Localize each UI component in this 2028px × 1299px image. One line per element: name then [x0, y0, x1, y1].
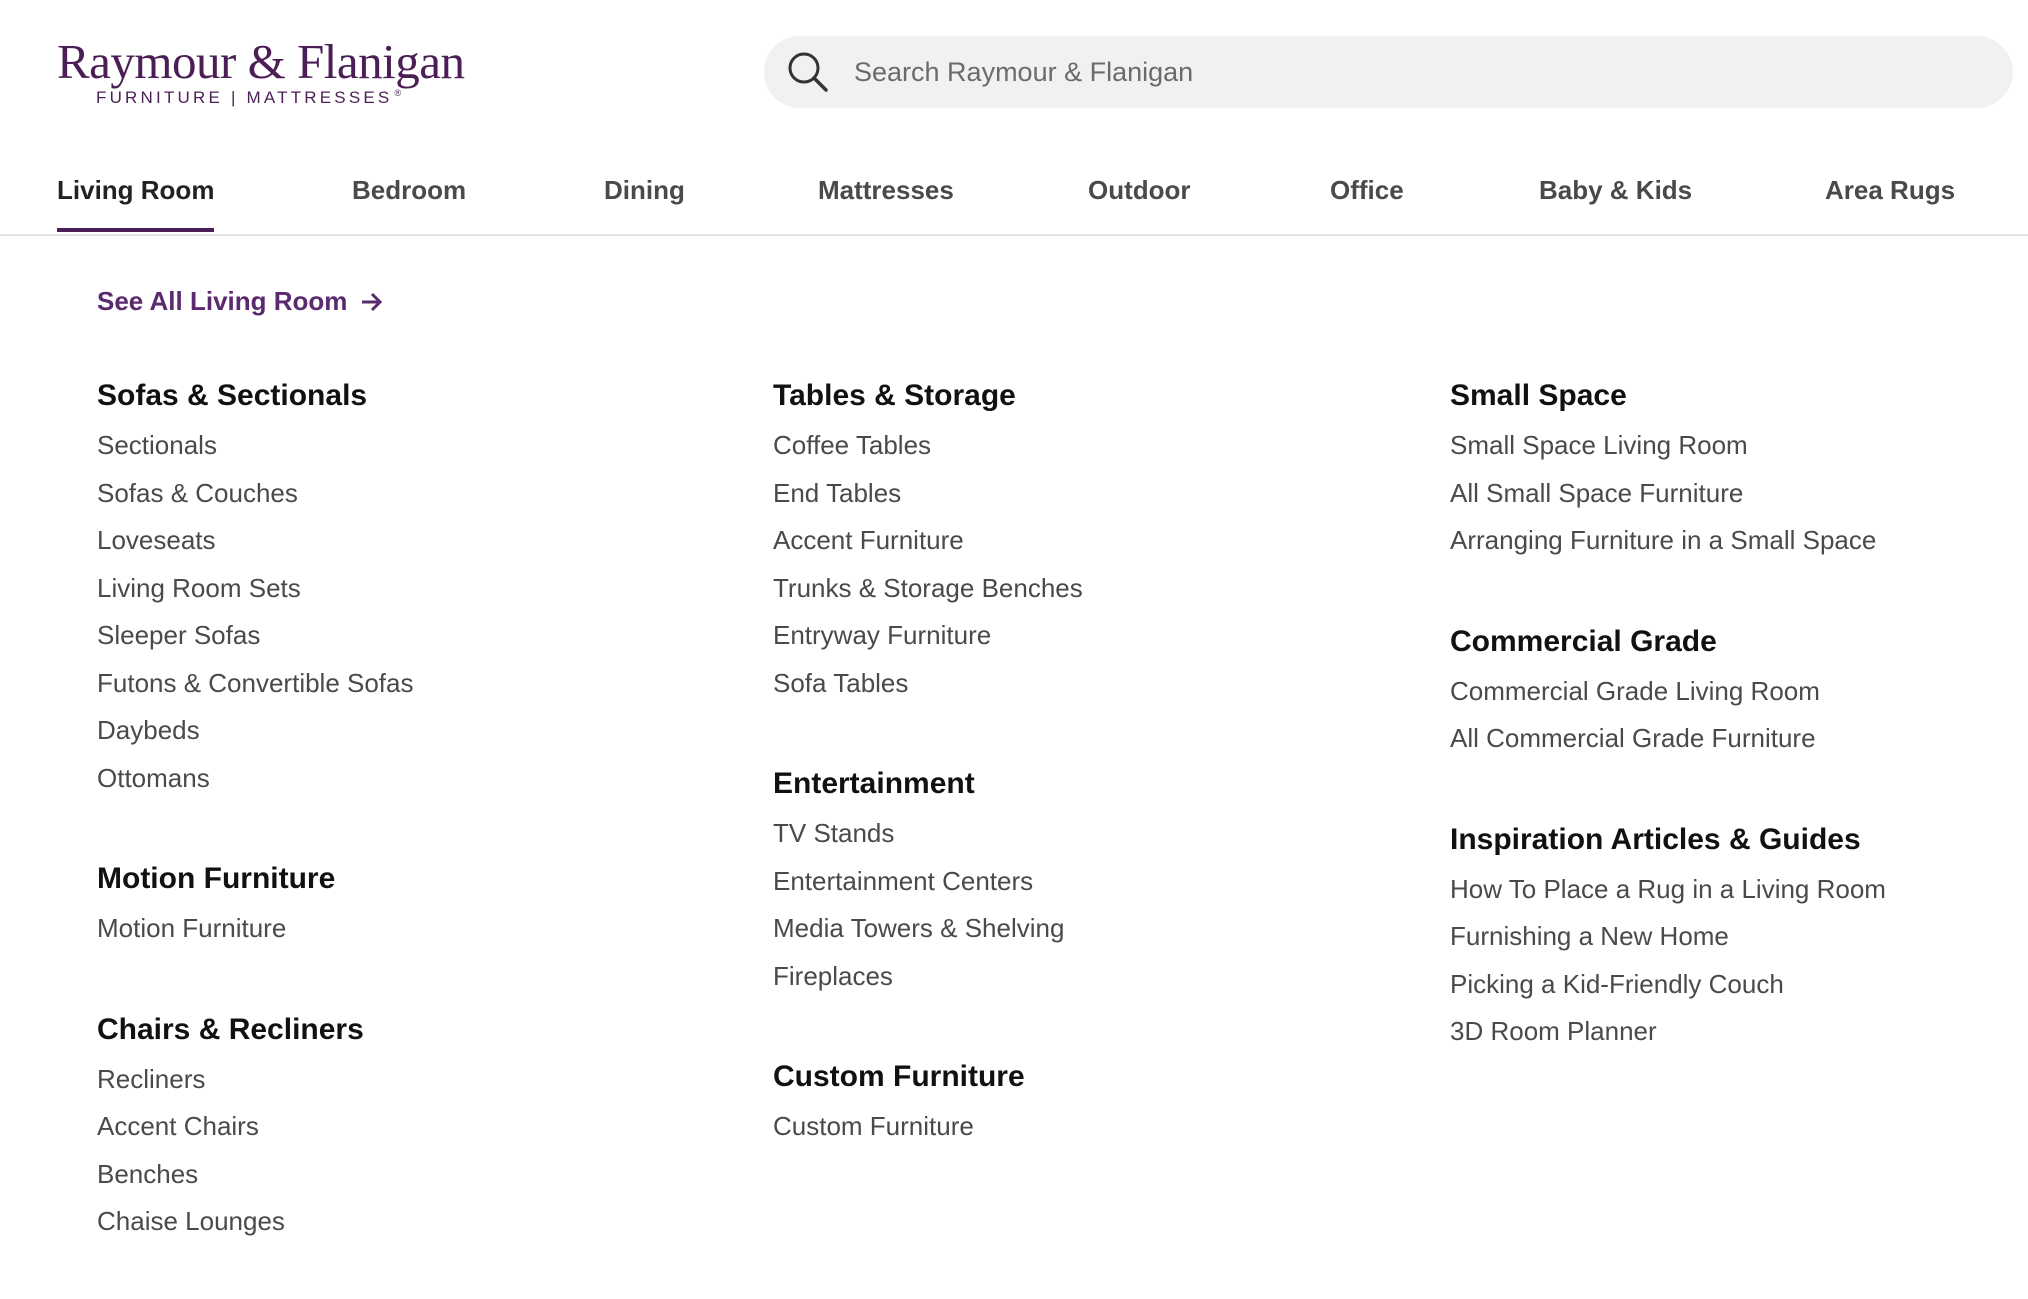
search-input[interactable]	[854, 36, 1984, 108]
menu-link[interactable]: Sofas & Couches	[97, 470, 737, 518]
menu-link[interactable]: Benches	[97, 1151, 737, 1199]
search-icon[interactable]	[786, 50, 830, 94]
menu-link[interactable]: Futons & Convertible Sofas	[97, 660, 737, 708]
tab-outdoor[interactable]: Outdoor	[1088, 150, 1191, 232]
menu-group-heading[interactable]: Tables & Storage	[773, 372, 1413, 420]
menu-group-commercial-grade: Commercial Grade Commercial Grade Living…	[1450, 618, 2028, 763]
menu-link[interactable]: Picking a Kid-Friendly Couch	[1450, 961, 2028, 1009]
menu-group-heading[interactable]: Entertainment	[773, 760, 1413, 808]
tab-mattresses[interactable]: Mattresses	[818, 150, 954, 232]
menu-group-inspiration-guides: Inspiration Articles & Guides How To Pla…	[1450, 816, 2028, 1056]
menu-column-2: Tables & Storage Coffee Tables End Table…	[773, 372, 1413, 1204]
menu-link[interactable]: Commercial Grade Living Room	[1450, 668, 2028, 716]
menu-link[interactable]: Daybeds	[97, 707, 737, 755]
menu-link[interactable]: Sleeper Sofas	[97, 612, 737, 660]
menu-link[interactable]: Recliners	[97, 1056, 737, 1104]
menu-group-tables-storage: Tables & Storage Coffee Tables End Table…	[773, 372, 1413, 707]
menu-group-sofas-sectionals: Sofas & Sectionals Sectionals Sofas & Co…	[97, 372, 737, 802]
menu-group-small-space: Small Space Small Space Living Room All …	[1450, 372, 2028, 565]
menu-link[interactable]: Sectionals	[97, 422, 737, 470]
menu-group-chairs-recliners: Chairs & Recliners Recliners Accent Chai…	[97, 1006, 737, 1246]
menu-link[interactable]: Entertainment Centers	[773, 858, 1413, 906]
menu-column-3: Small Space Small Space Living Room All …	[1450, 372, 2028, 1109]
menu-link[interactable]: Loveseats	[97, 517, 737, 565]
tab-living-room[interactable]: Living Room	[57, 150, 215, 232]
menu-link[interactable]: End Tables	[773, 470, 1413, 518]
search-bar[interactable]	[764, 36, 2013, 108]
brand-logo[interactable]: Raymour & Flanigan FURNITURE | MATTRESSE…	[57, 32, 465, 112]
menu-group-custom-furniture: Custom Furniture Custom Furniture	[773, 1053, 1413, 1151]
menu-group-heading[interactable]: Custom Furniture	[773, 1053, 1413, 1101]
menu-group-heading[interactable]: Sofas & Sectionals	[97, 372, 737, 420]
menu-link[interactable]: Entryway Furniture	[773, 612, 1413, 660]
tab-dining[interactable]: Dining	[604, 150, 685, 232]
menu-group-entertainment: Entertainment TV Stands Entertainment Ce…	[773, 760, 1413, 1000]
menu-link[interactable]: Arranging Furniture in a Small Space	[1450, 517, 2028, 565]
arrow-right-icon	[353, 286, 382, 316]
registered-mark: ®	[394, 88, 402, 99]
menu-link[interactable]: Ottomans	[97, 755, 737, 803]
menu-link[interactable]: Sofa Tables	[773, 660, 1413, 708]
menu-link[interactable]: Media Towers & Shelving	[773, 905, 1413, 953]
menu-link[interactable]: 3D Room Planner	[1450, 1008, 2028, 1056]
menu-link[interactable]: Accent Chairs	[97, 1103, 737, 1151]
brand-tagline: FURNITURE | MATTRESSES ®	[96, 88, 402, 107]
see-all-living-room-link[interactable]: See All Living Room	[97, 286, 383, 317]
menu-group-motion-furniture: Motion Furniture Motion Furniture	[97, 855, 737, 953]
category-nav: Living Room Bedroom Dining Mattresses Ou…	[0, 150, 2028, 236]
menu-group-heading[interactable]: Commercial Grade	[1450, 618, 2028, 666]
tab-office[interactable]: Office	[1330, 150, 1404, 232]
menu-group-heading[interactable]: Inspiration Articles & Guides	[1450, 816, 2028, 864]
menu-link[interactable]: TV Stands	[773, 810, 1413, 858]
tab-area-rugs[interactable]: Area Rugs	[1825, 150, 1955, 232]
menu-link[interactable]: Coffee Tables	[773, 422, 1413, 470]
see-all-label: See All Living Room	[97, 286, 348, 316]
menu-group-heading[interactable]: Motion Furniture	[97, 855, 737, 903]
menu-link[interactable]: How To Place a Rug in a Living Room	[1450, 866, 2028, 914]
menu-link[interactable]: Accent Furniture	[773, 517, 1413, 565]
menu-group-heading[interactable]: Chairs & Recliners	[97, 1006, 737, 1054]
menu-group-heading[interactable]: Small Space	[1450, 372, 2028, 420]
menu-link[interactable]: Chaise Lounges	[97, 1198, 737, 1246]
menu-column-1: Sofas & Sectionals Sectionals Sofas & Co…	[97, 372, 737, 1299]
menu-link[interactable]: Small Space Living Room	[1450, 422, 2028, 470]
menu-link[interactable]: Furnishing a New Home	[1450, 913, 2028, 961]
menu-link[interactable]: Fireplaces	[773, 953, 1413, 1001]
menu-link[interactable]: All Small Space Furniture	[1450, 470, 2028, 518]
menu-link[interactable]: Trunks & Storage Benches	[773, 565, 1413, 613]
menu-link[interactable]: Custom Furniture	[773, 1103, 1413, 1151]
menu-link[interactable]: All Commercial Grade Furniture	[1450, 715, 2028, 763]
menu-link[interactable]: Motion Furniture	[97, 905, 737, 953]
tab-bedroom[interactable]: Bedroom	[352, 150, 466, 232]
brand-name: Raymour & Flanigan	[57, 34, 465, 89]
menu-link[interactable]: Living Room Sets	[97, 565, 737, 613]
tab-baby-kids[interactable]: Baby & Kids	[1539, 150, 1692, 232]
